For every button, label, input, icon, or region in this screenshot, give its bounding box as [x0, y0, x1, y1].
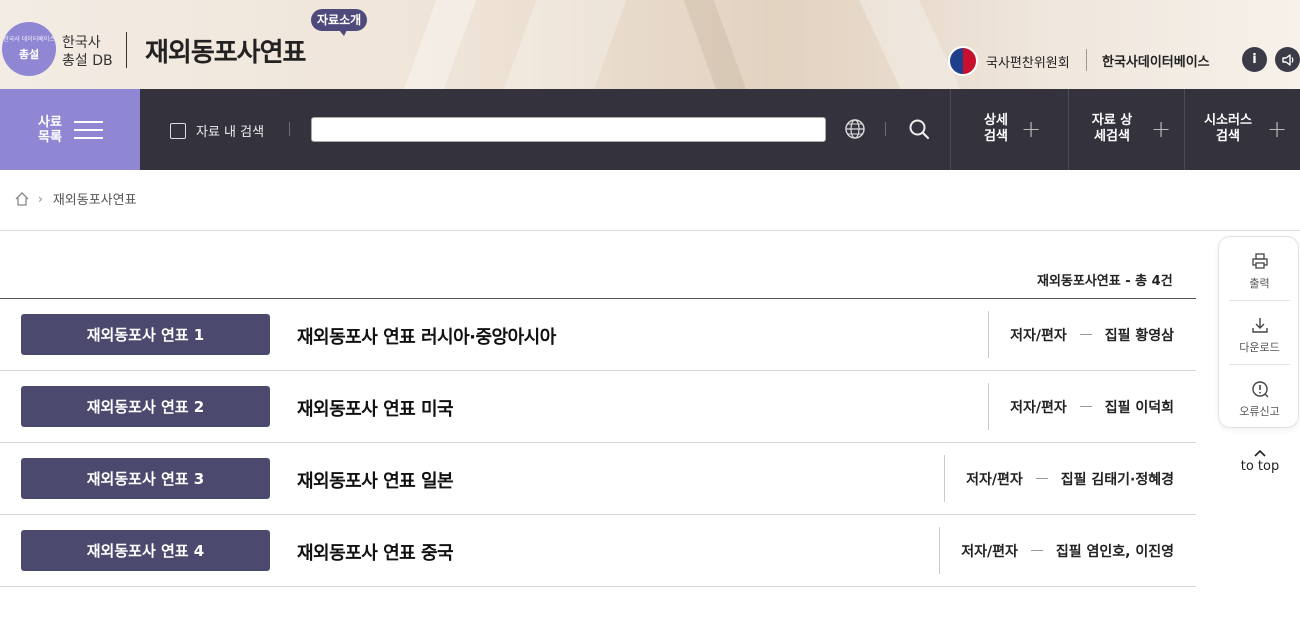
error-report-label: 오류신고 [1239, 405, 1280, 418]
site-logo[interactable]: 한국사 데이터베이스 총설 [2, 22, 56, 76]
search-icon [909, 119, 930, 140]
logo-title-line2: 총설 DB [62, 53, 113, 69]
site-header: 한국사 데이터베이스 총설 한국사 총설 DB 재외동포사연표 자료소개 국사편… [0, 0, 1300, 89]
thesaurus-search-button[interactable]: 시소러스 검색 + [1184, 89, 1300, 170]
korean-history-db-link[interactable]: 한국사데이터베이스 [1102, 51, 1210, 70]
info-button[interactable]: i [1242, 47, 1267, 72]
source-detail-search-button[interactable]: 자료 상세검색 + [1068, 89, 1184, 170]
item-title[interactable]: 재외동포사 연표 미국 [297, 395, 454, 421]
language-button[interactable] [842, 116, 868, 142]
printer-icon [1251, 253, 1268, 269]
nav-divider [885, 122, 886, 136]
error-report-button[interactable]: 오류신고 [1229, 365, 1290, 425]
search-button[interactable] [906, 116, 932, 142]
meta-key: 저자/편자 [966, 471, 1023, 488]
chevron-right-icon: › [38, 191, 43, 206]
item-title[interactable]: 재외동포사 연표 중국 [297, 539, 454, 565]
detail-search-label: 상세 검색 [984, 113, 1008, 144]
list-item: 재외동포사 연표 1 재외동포사 연표 러시아·중앙아시아 저자/편자 집필 황… [0, 299, 1196, 371]
detail-search-button[interactable]: 상세 검색 + [950, 89, 1068, 170]
source-list-menu-button[interactable]: 사료 목록 [0, 89, 140, 170]
meta-dash [1079, 334, 1092, 335]
header-link-divider [1086, 49, 1087, 71]
item-meta: 저자/편자 집필 김태기·정혜경 [944, 455, 1174, 502]
meta-key: 저자/편자 [1010, 399, 1067, 416]
download-icon [1251, 318, 1268, 333]
side-tool-panel: 출력 다운로드 오류신고 [1218, 236, 1299, 428]
nihc-link[interactable]: 국사편찬위원회 [948, 46, 1070, 76]
list-item: 재외동포사 연표 4 재외동포사 연표 중국 저자/편자 집필 염인호, 이진영 [0, 515, 1196, 587]
plus-icon: + [1151, 115, 1172, 143]
breadcrumb: › 재외동포사연표 [14, 189, 137, 208]
to-top-label: to top [1240, 459, 1280, 474]
speaker-icon [1281, 53, 1293, 66]
volume-button[interactable]: 재외동포사 연표 3 [21, 458, 270, 499]
meta-value: 집필 김태기·정혜경 [1060, 471, 1174, 488]
home-icon[interactable] [14, 191, 30, 207]
meta-dash [1035, 478, 1048, 479]
list-item: 재외동포사 연표 3 재외동포사 연표 일본 저자/편자 집필 김태기·정혜경 [0, 443, 1196, 515]
to-top-button[interactable]: to top [1238, 447, 1282, 475]
menu-label: 사료 목록 [38, 115, 62, 145]
checkbox[interactable] [170, 122, 186, 139]
header-bg-decoration [499, 0, 631, 89]
download-button[interactable]: 다운로드 [1229, 301, 1290, 361]
item-meta: 저자/편자 집필 이덕희 [988, 383, 1174, 430]
plus-icon: + [1021, 115, 1042, 143]
globe-icon [845, 119, 865, 139]
meta-key: 저자/편자 [1010, 327, 1067, 344]
print-button[interactable]: 출력 [1229, 237, 1290, 297]
logo-title[interactable]: 한국사 총설 DB [62, 34, 113, 70]
breadcrumb-divider [0, 230, 1300, 231]
volume-button[interactable]: 재외동포사 연표 1 [21, 314, 270, 355]
result-summary: 재외동포사연표 - 총 4건 [1037, 274, 1173, 289]
item-meta: 저자/편자 집필 염인호, 이진영 [939, 527, 1174, 574]
taegeuk-emblem-icon [948, 46, 978, 76]
thesaurus-search-label: 시소러스 검색 [1204, 113, 1252, 144]
plus-icon: + [1267, 115, 1288, 143]
meta-value: 집필 이덕희 [1104, 399, 1174, 416]
header-bg-decoration [399, 0, 481, 89]
hamburger-icon [74, 121, 103, 139]
list-item: 재외동포사 연표 2 재외동포사 연표 미국 저자/편자 집필 이덕희 [0, 371, 1196, 443]
intro-badge-button[interactable]: 자료소개 [311, 9, 368, 36]
page-title: 재외동포사연표 [145, 38, 306, 68]
item-title[interactable]: 재외동포사 연표 러시아·중앙아시아 [297, 323, 556, 349]
volume-button[interactable]: 재외동포사 연표 4 [21, 530, 270, 571]
audio-button[interactable] [1275, 47, 1300, 72]
item-meta: 저자/편자 집필 황영삼 [988, 311, 1174, 358]
item-title[interactable]: 재외동포사 연표 일본 [297, 467, 454, 493]
search-bar: 사료 목록 자료 내 검색 상세 검색 + 자료 상세검색 + 시소러스 검색 … [0, 89, 1300, 170]
alert-icon [1251, 381, 1268, 398]
search-within-checkbox[interactable]: 자료 내 검색 [170, 121, 264, 140]
logo-title-line1: 한국사 [62, 35, 101, 51]
meta-key: 저자/편자 [961, 543, 1018, 560]
download-label: 다운로드 [1239, 341, 1280, 354]
nav-divider [289, 122, 290, 136]
meta-dash [1030, 550, 1043, 551]
header-divider [126, 32, 127, 68]
checkbox-label: 자료 내 검색 [196, 125, 265, 140]
volume-button[interactable]: 재외동포사 연표 2 [21, 386, 270, 427]
chevron-up-icon [1238, 447, 1282, 459]
source-detail-search-label: 자료 상세검색 [1091, 113, 1133, 144]
info-icon: i [1252, 52, 1257, 67]
meta-value: 집필 염인호, 이진영 [1055, 543, 1174, 560]
nihc-label: 국사편찬위원회 [986, 55, 1070, 71]
header-bg-decoration [679, 0, 751, 89]
meta-value: 집필 황영삼 [1104, 327, 1174, 344]
logo-mid-text: 총설 [18, 48, 40, 61]
search-input[interactable] [311, 117, 826, 142]
meta-dash [1079, 406, 1092, 407]
breadcrumb-current: 재외동포사연표 [52, 193, 137, 208]
logo-small-text: 한국사 데이터베이스 [3, 36, 55, 43]
print-label: 출력 [1249, 277, 1270, 290]
